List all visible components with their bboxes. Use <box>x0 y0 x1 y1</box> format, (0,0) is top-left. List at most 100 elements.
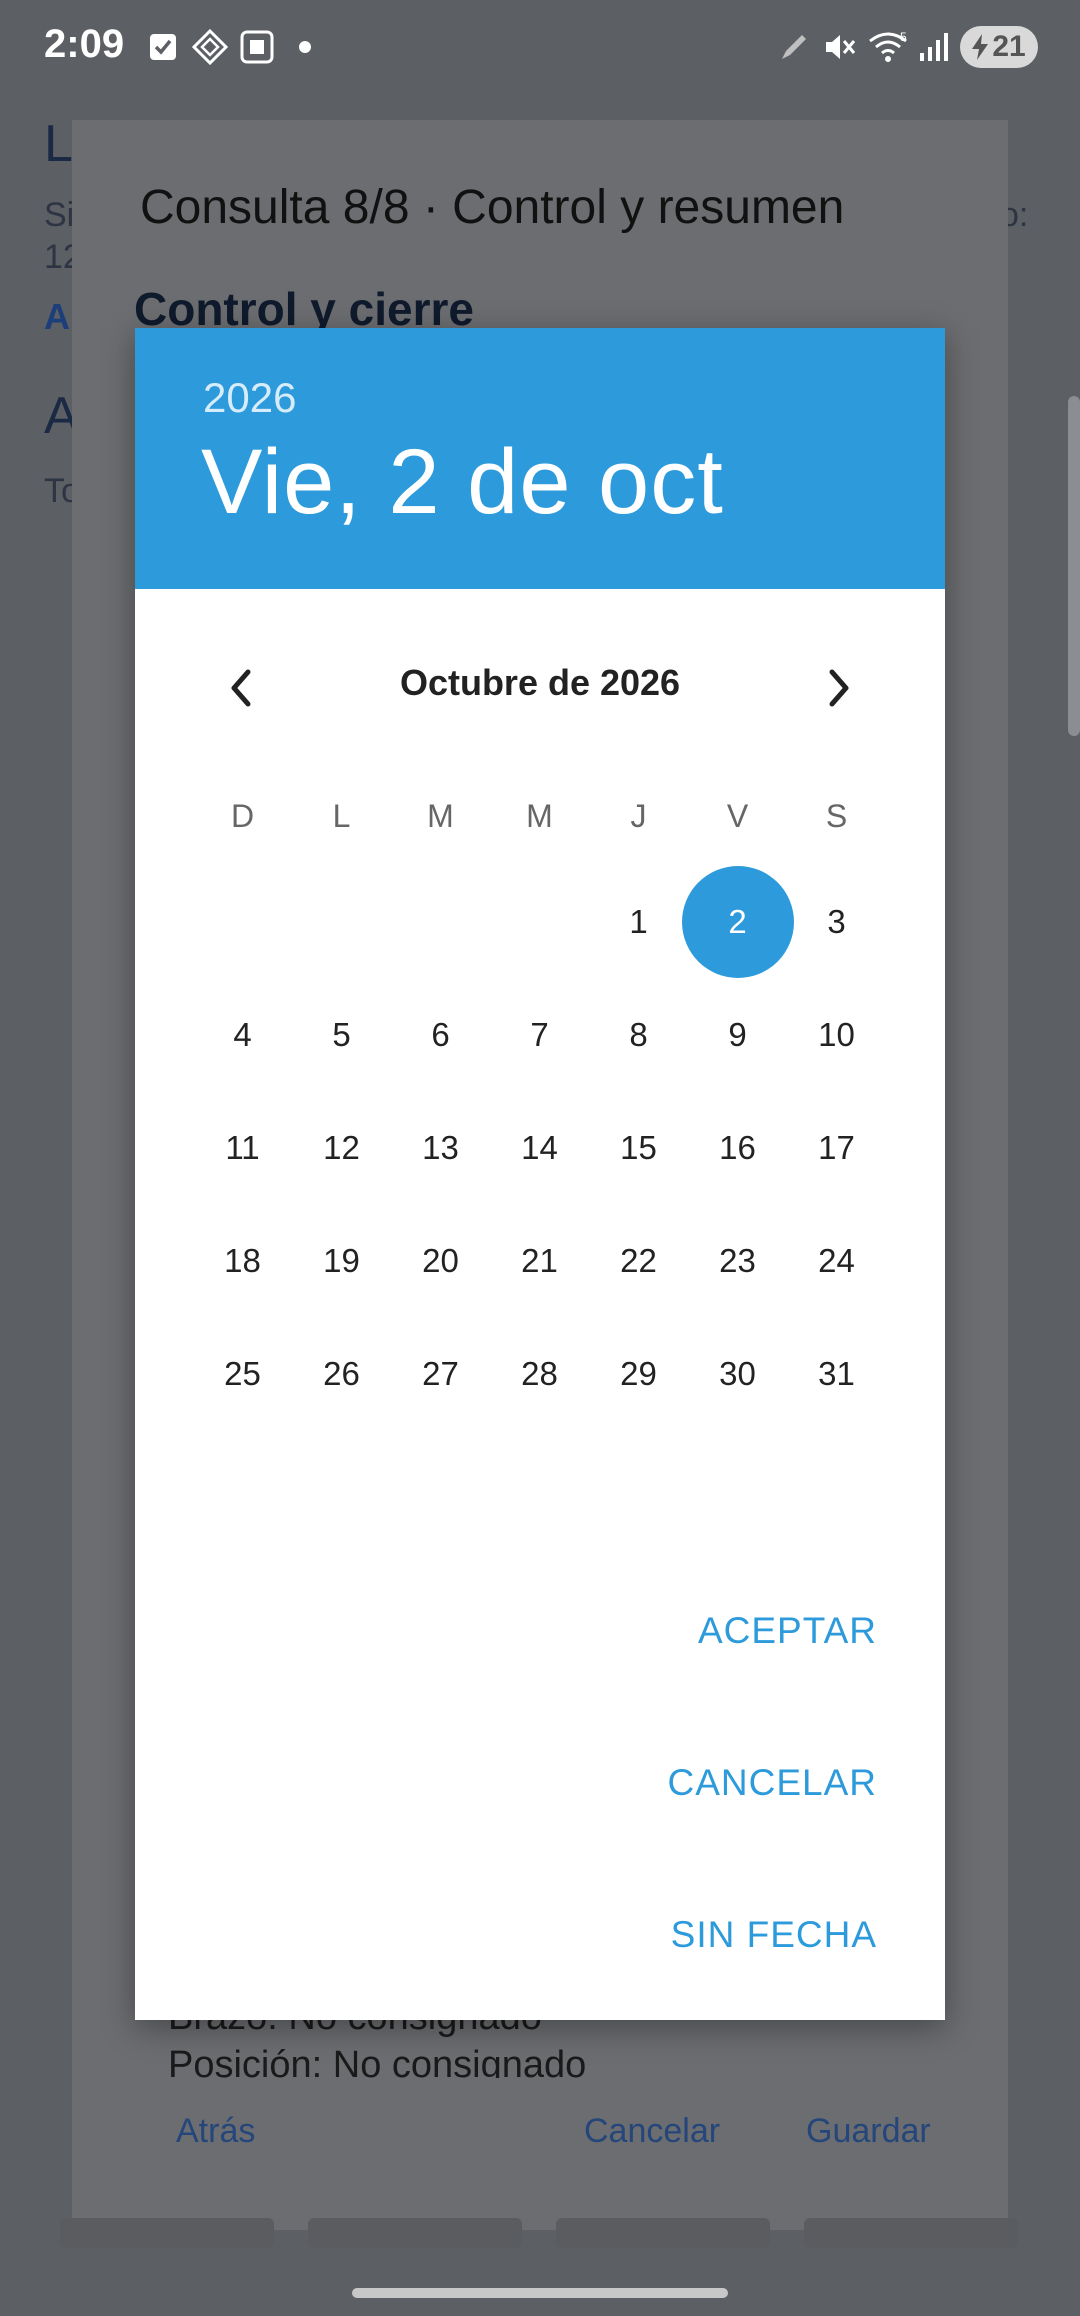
day-number: 28 <box>521 1354 558 1392</box>
pen-icon <box>778 28 810 66</box>
muted-icon <box>822 28 856 66</box>
day-number: 4 <box>233 1015 252 1053</box>
check-square-icon <box>148 28 178 66</box>
day-number: 19 <box>323 1241 360 1279</box>
date-picker-dialog: 2026 Vie, 2 de oct Octubre de 2026 DLMMJ… <box>135 328 945 2020</box>
background-heading: L <box>44 115 73 173</box>
diamond-grid-icon <box>192 28 228 66</box>
wifi-badge: 5 <box>900 30 907 44</box>
wifi-icon: 5 <box>868 28 912 66</box>
info-line: Posición: No consignado <box>168 2044 587 2078</box>
background-link[interactable]: A <box>44 296 70 338</box>
cancel-button[interactable]: Cancelar <box>584 2112 720 2151</box>
calendar-day[interactable]: 30 <box>688 1324 787 1423</box>
calendar-day[interactable]: 31 <box>787 1324 886 1423</box>
calendar-day[interactable]: 26 <box>292 1324 391 1423</box>
save-button[interactable]: Guardar <box>806 2112 931 2151</box>
weekday-label: M <box>526 798 553 834</box>
calendar-day[interactable]: 25 <box>193 1324 292 1423</box>
calendar-day[interactable]: 17 <box>787 1098 886 1197</box>
calendar-day[interactable]: 11 <box>193 1098 292 1197</box>
battery-charging-icon: 21 <box>960 26 1038 68</box>
day-number: 7 <box>530 1015 549 1053</box>
calendar-day[interactable]: 16 <box>688 1098 787 1197</box>
calendar-day[interactable]: 27 <box>391 1324 490 1423</box>
calendar-day[interactable]: 18 <box>193 1211 292 1310</box>
day-number: 30 <box>719 1354 756 1392</box>
bottom-tab[interactable] <box>804 2218 1018 2248</box>
back-button[interactable]: Atrás <box>176 2112 255 2151</box>
weekday-label: V <box>726 798 749 834</box>
day-number: 21 <box>521 1241 558 1279</box>
weekday-label: J <box>630 798 647 834</box>
chevron-right-icon <box>829 669 849 707</box>
background-line: Si <box>44 196 75 234</box>
calendar-day[interactable]: 14 <box>490 1098 589 1197</box>
calendar-day[interactable]: 29 <box>589 1324 688 1423</box>
calendar-day[interactable]: 4 <box>193 985 292 1084</box>
day-number: 15 <box>620 1128 657 1166</box>
calendar-day[interactable]: 1 <box>589 872 688 971</box>
calendar-day[interactable]: 15 <box>589 1098 688 1197</box>
day-number: 17 <box>818 1128 855 1166</box>
scrollbar[interactable] <box>1068 396 1080 736</box>
calendar-day[interactable]: 5 <box>292 985 391 1084</box>
day-number: 25 <box>224 1354 261 1392</box>
calendar-day[interactable]: 13 <box>391 1098 490 1197</box>
dialog-title: Consulta 8/8 · Control y resumen <box>140 181 845 234</box>
day-number: 24 <box>818 1241 855 1279</box>
bottom-tab[interactable] <box>556 2218 770 2248</box>
day-number: 26 <box>323 1354 360 1392</box>
calendar-day[interactable]: 21 <box>490 1211 589 1310</box>
day-number: 31 <box>818 1354 855 1392</box>
square-app-icon <box>240 28 274 66</box>
bottom-tab[interactable] <box>308 2218 522 2248</box>
weekday-label: D <box>230 798 255 834</box>
day-number: 1 <box>629 902 648 940</box>
cancel-date-button[interactable]: CANCELAR <box>668 1762 878 1804</box>
calendar-day[interactable]: 6 <box>391 985 490 1084</box>
calendar-day[interactable]: 23 <box>688 1211 787 1310</box>
day-number: 9 <box>728 1015 747 1053</box>
day-number: 23 <box>719 1241 756 1279</box>
day-number: 22 <box>620 1241 657 1279</box>
weekday-label: S <box>825 798 848 834</box>
day-number: 27 <box>422 1354 459 1392</box>
no-date-button[interactable]: SIN FECHA <box>671 1914 877 1956</box>
calendar-day[interactable]: 19 <box>292 1211 391 1310</box>
calendar-day[interactable]: 10 <box>787 985 886 1084</box>
calendar-day[interactable]: 24 <box>787 1211 886 1310</box>
calendar-day[interactable]: 9 <box>688 985 787 1084</box>
calendar-day[interactable]: 20 <box>391 1211 490 1310</box>
selected-day[interactable]: 2 <box>681 865 794 978</box>
day-number: 3 <box>827 902 846 940</box>
day-number: 12 <box>323 1128 360 1166</box>
day-number: 14 <box>521 1128 558 1166</box>
date-picker-header: 2026 Vie, 2 de oct <box>135 328 945 589</box>
weekday-label: L <box>332 798 351 834</box>
calendar-day[interactable]: 22 <box>589 1211 688 1310</box>
day-number: 10 <box>818 1015 855 1053</box>
day-number: 29 <box>620 1354 657 1392</box>
header-year[interactable]: 2026 <box>203 374 296 422</box>
day-number: 8 <box>629 1015 648 1053</box>
day-number: 11 <box>225 1128 260 1166</box>
bottom-tab[interactable] <box>60 2218 274 2248</box>
calendar-day[interactable]: 3 <box>787 872 886 971</box>
calendar-day[interactable]: 7 <box>490 985 589 1084</box>
battery-level: 21 <box>992 30 1026 63</box>
calendar-day[interactable]: 28 <box>490 1324 589 1423</box>
gesture-bar[interactable] <box>352 2288 728 2298</box>
day-number: 2 <box>728 902 747 940</box>
day-number: 5 <box>332 1015 351 1053</box>
day-number: 6 <box>431 1015 450 1053</box>
day-number: 20 <box>422 1241 459 1279</box>
calendar-day[interactable]: 8 <box>589 985 688 1084</box>
next-month-button[interactable] <box>809 658 869 718</box>
day-number: 13 <box>422 1128 459 1166</box>
status-bar: 2:09 5 21 <box>0 0 1080 96</box>
header-date: Vie, 2 de oct <box>201 431 724 533</box>
calendar-day[interactable]: 12 <box>292 1098 391 1197</box>
dot-icon <box>298 28 312 66</box>
accept-button[interactable]: ACEPTAR <box>698 1610 877 1652</box>
